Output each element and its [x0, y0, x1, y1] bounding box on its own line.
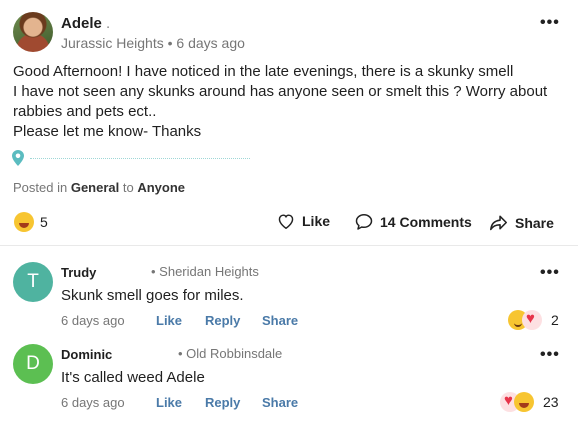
post-reaction-count: 5 — [40, 214, 48, 230]
heart-outline-icon — [278, 214, 294, 229]
commenter-neighborhood[interactable]: • Sheridan Heights — [151, 264, 259, 279]
like-button[interactable]: Like — [277, 213, 330, 229]
post-body: Good Afternoon! I have noticed in the la… — [13, 62, 553, 142]
post-audience[interactable]: Anyone — [137, 180, 185, 195]
comments-button[interactable]: 14 Comments — [355, 213, 472, 230]
comment-text: It's called weed Adele — [61, 369, 205, 386]
share-arrow-icon — [490, 215, 507, 231]
post-body-line: Please let me know- Thanks — [13, 123, 202, 140]
posted-in: Posted in General to Anyone — [13, 180, 185, 195]
comment-reply-button[interactable]: Reply — [205, 313, 240, 328]
comment-text: Skunk smell goes for miles. — [61, 287, 244, 304]
comment-time: 6 days ago — [61, 313, 125, 328]
author-name-text[interactable]: Adele — [61, 15, 102, 32]
location-pin-icon — [12, 150, 24, 166]
comment-more-icon[interactable]: ••• — [540, 264, 560, 282]
like-label: Like — [302, 213, 331, 229]
share-label: Share — [515, 214, 554, 231]
post-divider — [0, 245, 578, 246]
post-time: 6 days ago — [176, 35, 245, 51]
comment-more-icon[interactable]: ••• — [540, 346, 560, 364]
comment-like-button[interactable]: Like — [156, 395, 182, 410]
comment-header: Trudy — [61, 264, 96, 282]
posted-in-label: Posted in — [13, 180, 68, 195]
comments-label: 14 Comments — [380, 213, 472, 230]
post-body-line: I have not seen any skunks around has an… — [13, 83, 548, 100]
commenter-avatar[interactable]: D — [13, 344, 53, 384]
post-body-line: rabbies and pets ect.. — [13, 103, 157, 120]
post-body-line: Good Afternoon! I have noticed in the la… — [13, 63, 514, 80]
comment-time: 6 days ago — [61, 395, 125, 410]
comment-reply-button[interactable]: Reply — [205, 395, 240, 410]
post-meta: Jurassic Heights • 6 days ago — [61, 35, 245, 51]
comment-like-button[interactable]: Like — [156, 313, 182, 328]
post-neighborhood[interactable]: Jurassic Heights — [61, 35, 164, 51]
comment-reaction-count: 2 — [551, 312, 559, 328]
commenter-name[interactable]: Dominic — [61, 347, 112, 362]
author-name[interactable]: Adele . — [61, 15, 110, 32]
comment-share-button[interactable]: Share — [262, 313, 298, 328]
post-category[interactable]: General — [71, 180, 119, 195]
post-more-icon[interactable]: ••• — [540, 14, 560, 32]
post-reactions[interactable]: 5 — [14, 212, 48, 232]
comment-share-button[interactable]: Share — [262, 395, 298, 410]
location-link[interactable] — [30, 158, 250, 159]
comment-bubble-icon — [355, 214, 373, 230]
commenter-neighborhood[interactable]: • Old Robbinsdale — [178, 346, 282, 361]
comment-reactions[interactable]: 2 — [508, 310, 559, 330]
posted-to-label: to — [122, 180, 134, 195]
comment-reactions[interactable]: 23 — [500, 392, 559, 412]
commenter-avatar[interactable]: T — [13, 262, 53, 302]
share-button[interactable]: Share — [489, 214, 554, 231]
heart-emoji-icon — [522, 310, 542, 330]
laugh-emoji-icon — [14, 212, 34, 232]
commenter-name[interactable]: Trudy — [61, 265, 96, 280]
author-avatar[interactable] — [13, 12, 53, 52]
comment-reaction-count: 23 — [543, 394, 559, 410]
laugh-emoji-icon — [514, 392, 534, 412]
comment-header: Dominic — [61, 346, 112, 364]
author-name-suffix: . — [106, 15, 111, 32]
